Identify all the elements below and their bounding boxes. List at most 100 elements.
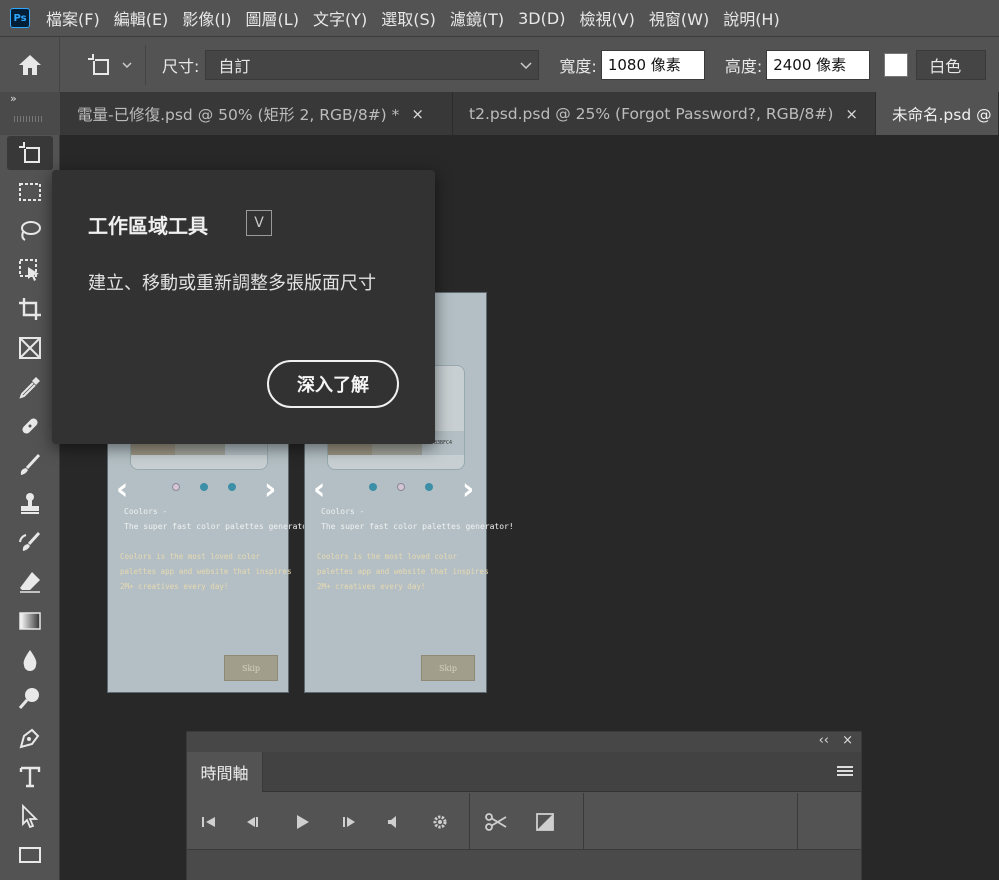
color-swatch[interactable] (884, 52, 909, 77)
split-button[interactable] (484, 811, 508, 833)
close-icon[interactable]: × (845, 105, 858, 123)
menu-3d[interactable]: 3D(D) (516, 9, 567, 28)
pager-dot (369, 483, 377, 491)
frame-tool[interactable] (7, 331, 53, 365)
eyedropper-tool[interactable] (7, 370, 53, 404)
stamp-icon (21, 493, 39, 514)
history-brush-tool[interactable] (7, 526, 53, 560)
home-button[interactable] (0, 36, 60, 93)
speaker-icon (388, 816, 396, 828)
menu-select[interactable]: 選取(S) (379, 6, 438, 30)
app-name: Coolors - (124, 507, 168, 516)
pager-dot (228, 483, 236, 491)
chevron-right-icon: › (462, 472, 475, 507)
gradient-tool[interactable] (7, 604, 53, 638)
toolbar-collapse-button[interactable]: » (0, 92, 60, 135)
size-label: 尺寸: (162, 56, 200, 76)
dodge-tool[interactable] (7, 682, 53, 716)
menu-help[interactable]: 說明(H) (721, 6, 782, 30)
object-select-tool[interactable] (7, 253, 53, 287)
skip-to-start-icon (202, 817, 215, 827)
tab-label: 未命名.psd @ (892, 105, 992, 124)
skip-button: Skip (224, 655, 278, 681)
chevron-left-icon: ‹ (313, 472, 326, 507)
menu-edit[interactable]: 編輯(E) (112, 6, 171, 30)
tagline: The super fast color palettes generator! (321, 522, 514, 531)
learn-more-button[interactable]: 深入了解 (267, 360, 399, 408)
type-tool[interactable] (7, 760, 53, 794)
blur-tool[interactable] (7, 643, 53, 677)
first-frame-button[interactable] (197, 811, 221, 833)
previous-frame-button[interactable] (241, 811, 265, 833)
tooltip-title: 工作區域工具 (88, 214, 208, 238)
type-icon (19, 766, 41, 788)
crop-icon (19, 298, 41, 320)
transition-button[interactable] (533, 811, 557, 833)
chevron-down-icon (121, 61, 132, 68)
divider (583, 793, 584, 849)
width-label: 寬度: (559, 56, 597, 76)
size-select[interactable]: 自訂 (205, 49, 540, 80)
rectangle-tool[interactable] (7, 838, 53, 872)
step-forward-icon (343, 817, 355, 827)
lasso-icon (21, 221, 41, 241)
settings-button[interactable] (428, 811, 452, 833)
tools-panel (0, 135, 60, 880)
menu-window[interactable]: 視窗(W) (647, 6, 711, 30)
marquee-icon (19, 183, 41, 201)
eraser-tool[interactable] (7, 565, 53, 599)
chevron-right-icon: › (264, 472, 277, 507)
menu-type[interactable]: 文字(Y) (311, 6, 369, 30)
timeline-track-area[interactable] (187, 849, 861, 880)
menu-view[interactable]: 檢視(V) (577, 6, 636, 30)
audio-button[interactable] (381, 811, 405, 833)
collapse-panel-icon[interactable]: ‹‹ (819, 733, 829, 748)
menu-filter[interactable]: 濾鏡(T) (448, 6, 506, 30)
grip-handle[interactable] (14, 116, 44, 122)
hamburger-menu-icon[interactable] (837, 766, 853, 778)
pen-tool[interactable] (7, 721, 53, 755)
tab-timeline[interactable]: 時間軸 (187, 752, 263, 792)
width-input[interactable]: 1080 像素 (600, 49, 705, 80)
menu-layer[interactable]: 圖層(L) (244, 6, 301, 30)
marquee-tool[interactable] (7, 175, 53, 209)
size-select-value: 自訂 (218, 56, 251, 76)
color-select[interactable]: 白色 (916, 49, 987, 80)
description: Coolors is the most loved color palettes… (120, 552, 292, 591)
artboard-tool[interactable] (7, 136, 53, 170)
app-name: Coolors - (321, 507, 365, 516)
history-brush-icon (19, 531, 41, 551)
play-button[interactable] (290, 811, 314, 833)
timeline-panel: ‹‹ × 時間軸 (186, 731, 862, 880)
timeline-tab-bar: 時間軸 (187, 752, 861, 792)
menu-bar: Ps 檔案(F) 編輯(E) 影像(I) 圖層(L) 文字(Y) 選取(S) 濾… (0, 0, 999, 36)
brush-tool[interactable] (7, 448, 53, 482)
tab-document-2[interactable]: t2.psd.psd @ 25% (Forgot Password?, RGB/… (453, 92, 876, 135)
tab-label: 電量-已修復.psd @ 50% (矩形 2, RGB/8#) * (77, 105, 400, 124)
next-frame-button[interactable] (337, 811, 361, 833)
clone-stamp-tool[interactable] (7, 487, 53, 521)
tab-document-3[interactable]: 未命名.psd @ (876, 92, 999, 135)
close-icon[interactable]: × (411, 105, 424, 123)
height-input[interactable]: 2400 像素 (766, 49, 871, 80)
options-bar: 尺寸: 自訂 寬度: 1080 像素 高度: 2400 像素 白色 (0, 36, 999, 93)
object-select-icon (19, 259, 39, 281)
path-select-tool[interactable] (7, 799, 53, 833)
eraser-icon (20, 572, 40, 593)
lasso-tool[interactable] (7, 214, 53, 248)
tool-preset-picker[interactable] (72, 44, 146, 85)
bandage-icon (22, 418, 38, 434)
water-drop-icon (23, 650, 37, 671)
tab-document-1[interactable]: 電量-已修復.psd @ 50% (矩形 2, RGB/8#) * × (61, 92, 453, 135)
height-label: 高度: (724, 56, 763, 76)
brush-icon (20, 453, 41, 475)
pager-dots (172, 483, 236, 491)
crop-tool[interactable] (7, 292, 53, 326)
healing-brush-tool[interactable] (7, 409, 53, 443)
menu-file[interactable]: 檔案(F) (44, 6, 102, 30)
close-icon[interactable]: × (842, 733, 853, 748)
tool-tooltip: 工作區域工具 V 建立、移動或重新調整多張版面尺寸 深入了解 (52, 170, 435, 444)
menu-image[interactable]: 影像(I) (180, 6, 233, 30)
panel-header-strip: ‹‹ × (187, 732, 861, 752)
tab-label: t2.psd.psd @ 25% (Forgot Password?, RGB/… (469, 104, 834, 123)
